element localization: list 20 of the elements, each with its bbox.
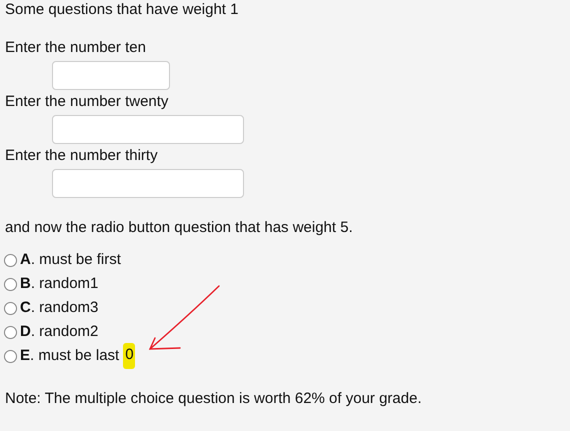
radio-button[interactable] — [4, 254, 17, 266]
option-label: E. must be last — [20, 347, 120, 365]
radio-button[interactable] — [4, 278, 17, 290]
radio-button[interactable] — [4, 350, 17, 362]
input-field[interactable] — [52, 115, 244, 144]
option-label: A. must be first — [20, 251, 121, 269]
input-field[interactable] — [52, 61, 170, 90]
field-label: Enter the number thirty — [5, 147, 159, 165]
field-label: Enter the number twenty — [5, 93, 170, 111]
note-text: Note: The multiple choice question is worth 62% of your grade. — [5, 390, 423, 408]
option-label: D. random2 — [20, 323, 98, 341]
question-text: and now the radio button question that has weight 5. — [5, 219, 354, 237]
highlighted-number: 0 — [123, 343, 135, 369]
section-heading: Some questions that have weight 1 — [5, 1, 240, 19]
option-label: C. random3 — [20, 299, 98, 317]
option-label: B. random1 — [20, 275, 98, 293]
field-label: Enter the number ten — [5, 39, 147, 57]
radio-button[interactable] — [4, 326, 17, 338]
radio-button[interactable] — [4, 302, 17, 314]
input-field[interactable] — [52, 169, 244, 198]
